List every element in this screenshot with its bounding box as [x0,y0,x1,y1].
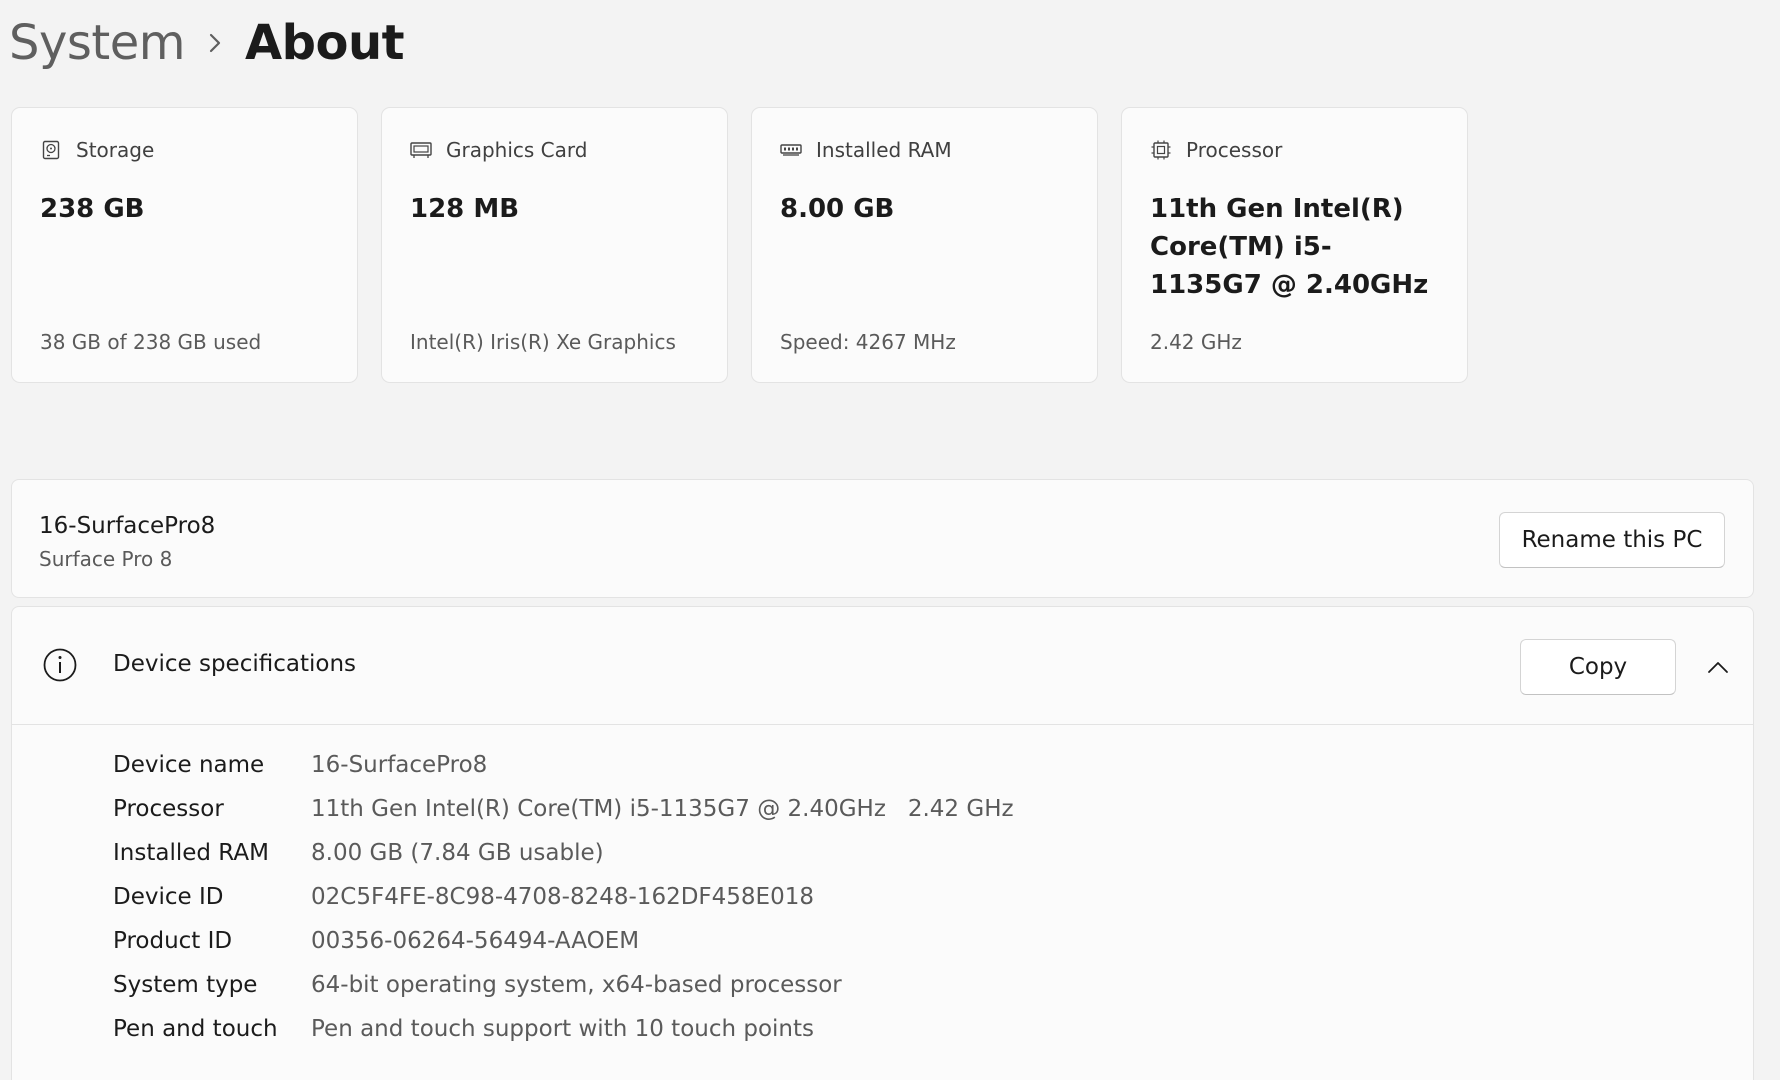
spec-list: Device name 16-SurfacePro8 Processor 11t… [113,743,1014,1051]
spec-row-device-id: Device ID 02C5F4FE-8C98-4708-8248-162DF4… [113,875,1014,919]
copy-button[interactable]: Copy [1520,639,1676,695]
spec-row-system-type: System type 64-bit operating system, x64… [113,963,1014,1007]
graphics-card-card: Graphics Card 128 MB Intel(R) Iris(R) Xe… [381,107,728,383]
spec-cards: Storage 238 GB 38 GB of 238 GB used Grap… [11,107,1468,383]
about-page: System About Storage 238 GB 38 GB of 238… [0,0,1780,1080]
spec-value: 00356-06264-56494-AAOEM [311,928,640,954]
card-value: 238 GB [40,194,145,224]
spec-value: 8.00 GB (7.84 GB usable) [311,840,604,866]
info-icon [42,647,78,683]
breadcrumb: System About [9,10,405,76]
spec-row-pen-and-touch: Pen and touch Pen and touch support with… [113,1007,1014,1051]
spec-row-product-id: Product ID 00356-06264-56494-AAOEM [113,919,1014,963]
spec-label: Pen and touch [113,1016,278,1042]
card-subtitle: Speed: 4267 MHz [780,330,956,354]
spec-label: Processor [113,796,224,822]
card-value: 8.00 GB [780,194,895,224]
spec-label: Product ID [113,928,233,954]
pc-name: 16-SurfacePro8 [39,513,216,539]
ram-icon [780,139,802,161]
spec-row-installed-ram: Installed RAM 8.00 GB (7.84 GB usable) [113,831,1014,875]
card-subtitle: Intel(R) Iris(R) Xe Graphics [410,330,676,354]
card-title: Installed RAM [816,138,952,162]
pc-model: Surface Pro 8 [39,547,173,571]
spec-label: System type [113,972,258,998]
spec-value: Pen and touch support with 10 touch poin… [311,1016,815,1042]
device-specifications-panel: Device specifications Copy Device name 1… [11,606,1754,1080]
page-title: About [245,15,405,71]
spec-value: 11th Gen Intel(R) Core(TM) i5-1135G7 @ 2… [311,796,1014,822]
spec-value: 02C5F4FE-8C98-4708-8248-162DF458E018 [311,884,814,910]
spec-label: Device ID [113,884,224,910]
card-value: 11th Gen Intel(R) Core(TM) i5-1135G7 @ 2… [1150,194,1429,300]
breadcrumb-system-link[interactable]: System [9,15,186,71]
card-value: 128 MB [410,194,520,224]
spec-value: 16-SurfacePro8 [311,752,488,778]
card-title: Processor [1186,138,1283,162]
card-subtitle: 2.42 GHz [1150,330,1242,354]
graphics-card-icon [410,139,432,161]
card-subtitle: 38 GB of 238 GB used [40,330,262,354]
spec-row-processor: Processor 11th Gen Intel(R) Core(TM) i5-… [113,787,1014,831]
chevron-right-icon [185,32,245,54]
rename-pc-button[interactable]: Rename this PC [1499,512,1725,568]
spec-label: Installed RAM [113,840,269,866]
installed-ram-card: Installed RAM 8.00 GB Speed: 4267 MHz [751,107,1098,383]
processor-card: Processor 11th Gen Intel(R) Core(TM) i5-… [1121,107,1468,383]
spec-label: Device name [113,752,265,778]
card-title: Graphics Card [446,138,588,162]
processor-icon [1150,139,1172,161]
section-title: Device specifications [113,651,357,677]
card-title: Storage [76,138,155,162]
storage-icon [40,139,62,161]
spec-row-device-name: Device name 16-SurfacePro8 [113,743,1014,787]
pc-name-panel: 16-SurfacePro8 Surface Pro 8 Rename this… [11,479,1754,598]
chevron-up-icon[interactable] [1698,647,1738,687]
spec-value: 64-bit operating system, x64-based proce… [311,972,842,998]
storage-card: Storage 238 GB 38 GB of 238 GB used [11,107,358,383]
device-specifications-header[interactable]: Device specifications Copy [12,607,1753,725]
